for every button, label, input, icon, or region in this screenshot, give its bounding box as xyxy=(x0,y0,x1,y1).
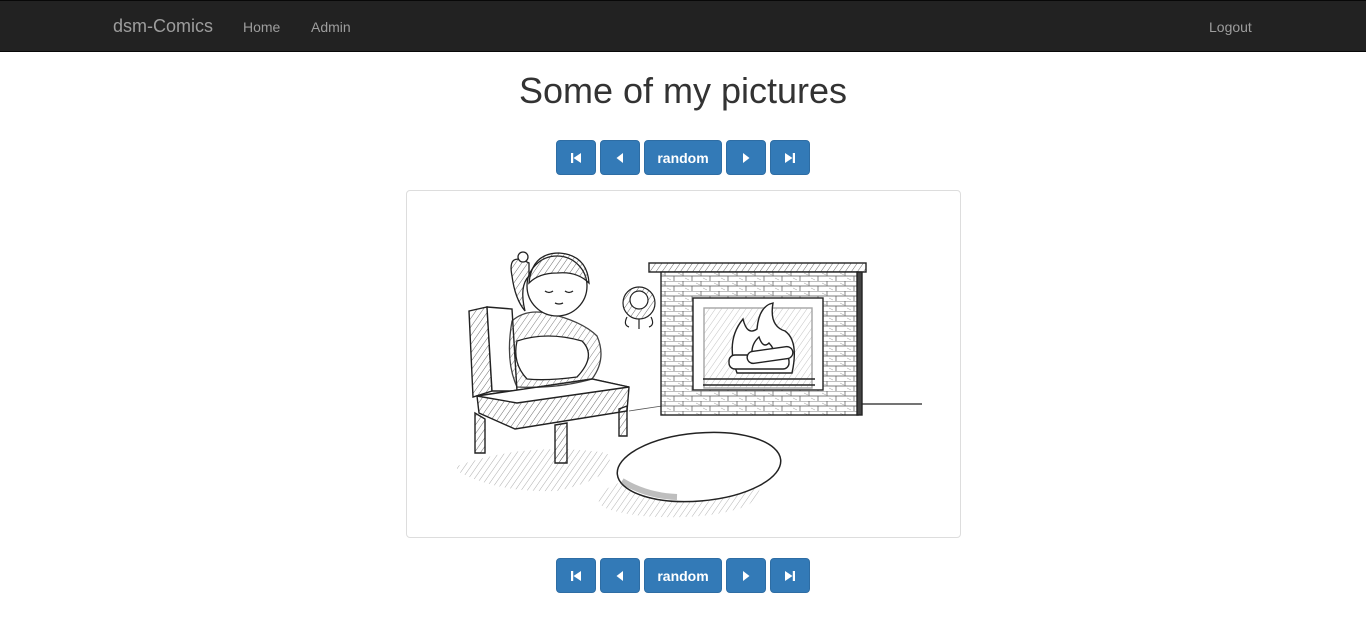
previous-button[interactable] xyxy=(600,140,640,175)
last-button[interactable] xyxy=(770,140,810,175)
nav-admin-link[interactable]: Admin xyxy=(311,18,351,36)
step-backward-icon xyxy=(571,570,581,581)
last-button[interactable] xyxy=(770,558,810,593)
page-title: Some of my pictures xyxy=(518,70,848,111)
brand-link[interactable]: dsm-Comics xyxy=(113,16,213,36)
logout-link[interactable]: Logout xyxy=(1209,18,1252,36)
next-button[interactable] xyxy=(726,140,766,175)
triangle-right-icon xyxy=(743,152,750,163)
random-button[interactable]: random xyxy=(644,558,722,593)
step-backward-icon xyxy=(571,152,581,163)
nav-home-link[interactable]: Home xyxy=(243,18,280,36)
girl-drawing xyxy=(508,251,602,388)
top-navbar: dsm-Comics Home Admin Logout xyxy=(0,0,1366,52)
comic-drawing xyxy=(457,251,922,518)
fireplace-drawing xyxy=(648,262,867,416)
first-button[interactable] xyxy=(556,558,596,593)
triangle-right-icon xyxy=(743,570,750,581)
comic-image xyxy=(406,190,961,538)
triangle-left-icon xyxy=(616,152,623,163)
previous-button[interactable] xyxy=(600,558,640,593)
step-forward-icon xyxy=(785,570,795,581)
rug-drawing xyxy=(598,431,782,518)
triangle-left-icon xyxy=(616,570,623,581)
random-button[interactable]: random xyxy=(644,140,722,175)
next-button[interactable] xyxy=(726,558,766,593)
step-forward-icon xyxy=(785,152,795,163)
pager-bottom: random xyxy=(556,558,810,593)
pager-top: random xyxy=(556,140,810,175)
floating-creature-drawing xyxy=(622,286,656,329)
first-button[interactable] xyxy=(556,140,596,175)
